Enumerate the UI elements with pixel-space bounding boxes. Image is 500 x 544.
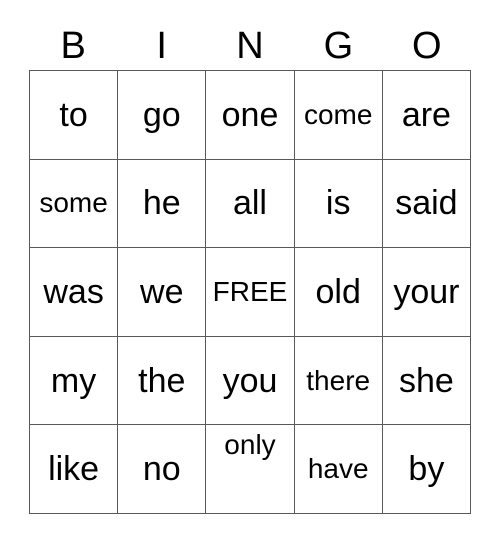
bingo-cell[interactable]: my (30, 336, 119, 426)
bingo-cell-label: some (39, 187, 108, 219)
bingo-header-row: B I N G O (29, 22, 471, 70)
bingo-header-letter-g: G (323, 25, 354, 67)
bingo-cell[interactable]: some (30, 159, 119, 249)
bingo-cell-label: one (221, 95, 279, 134)
bingo-header-letter-i: I (156, 25, 167, 67)
bingo-cell[interactable]: we (118, 248, 207, 337)
bingo-cell-label: have (307, 453, 369, 485)
bingo-cell-label: are (401, 95, 451, 134)
bingo-cell[interactable]: no (118, 425, 207, 514)
bingo-cell[interactable]: only (206, 425, 295, 514)
bingo-cell-label: you (222, 361, 278, 400)
bingo-cell-free[interactable]: FREE (206, 248, 295, 337)
bingo-cell-label: by (408, 450, 445, 489)
bingo-cell[interactable]: old (294, 248, 383, 337)
bingo-header-letter-b: B (60, 25, 86, 67)
bingo-cell[interactable]: is (294, 159, 383, 249)
bingo-cell-label: go (142, 95, 181, 134)
bingo-cell[interactable]: have (294, 425, 383, 514)
bingo-cell[interactable]: like (30, 425, 119, 514)
bingo-cell-label: he (142, 184, 181, 223)
bingo-cell-label: there (306, 364, 371, 396)
bingo-cell[interactable]: you (206, 336, 295, 426)
bingo-cell[interactable]: was (30, 248, 119, 337)
bingo-cell[interactable]: all (206, 159, 295, 249)
bingo-header-letter-n: N (236, 25, 264, 67)
bingo-card: B I N G O to go one come are some he all… (0, 0, 500, 544)
bingo-cell-label: she (398, 361, 454, 400)
bingo-cell-label: the (138, 361, 186, 400)
bingo-cell-label: come (303, 98, 373, 130)
bingo-grid: to go one come are some he all is said w… (29, 70, 471, 514)
bingo-cell-label: no (142, 450, 181, 489)
bingo-cell-label: my (50, 361, 97, 400)
bingo-cell[interactable]: she (382, 336, 471, 426)
bingo-cell-label: was (43, 272, 104, 311)
bingo-cell[interactable]: one (206, 71, 295, 160)
bingo-cell-label: said (395, 184, 458, 223)
bingo-cell[interactable]: to (30, 71, 119, 160)
bingo-cell-label: only (224, 429, 276, 461)
bingo-cell[interactable]: are (382, 71, 471, 160)
bingo-cell-label: all (232, 184, 267, 223)
bingo-cell-label: we (140, 272, 184, 311)
bingo-cell-label: is (325, 184, 351, 223)
bingo-cell[interactable]: your (382, 248, 471, 337)
bingo-header-letter-o: O (412, 25, 442, 67)
bingo-cell-label: like (48, 450, 100, 489)
bingo-cell[interactable]: by (382, 425, 471, 514)
bingo-cell-label: your (393, 272, 460, 311)
bingo-cell[interactable]: go (118, 71, 207, 160)
bingo-cell[interactable]: come (294, 71, 383, 160)
bingo-cell[interactable]: there (294, 336, 383, 426)
bingo-cell[interactable]: said (382, 159, 471, 249)
bingo-cell-label: to (59, 95, 88, 134)
bingo-cell-label: FREE (212, 275, 288, 307)
bingo-cell-label: old (315, 272, 361, 311)
bingo-cell[interactable]: the (118, 336, 207, 426)
bingo-cell[interactable]: he (118, 159, 207, 249)
